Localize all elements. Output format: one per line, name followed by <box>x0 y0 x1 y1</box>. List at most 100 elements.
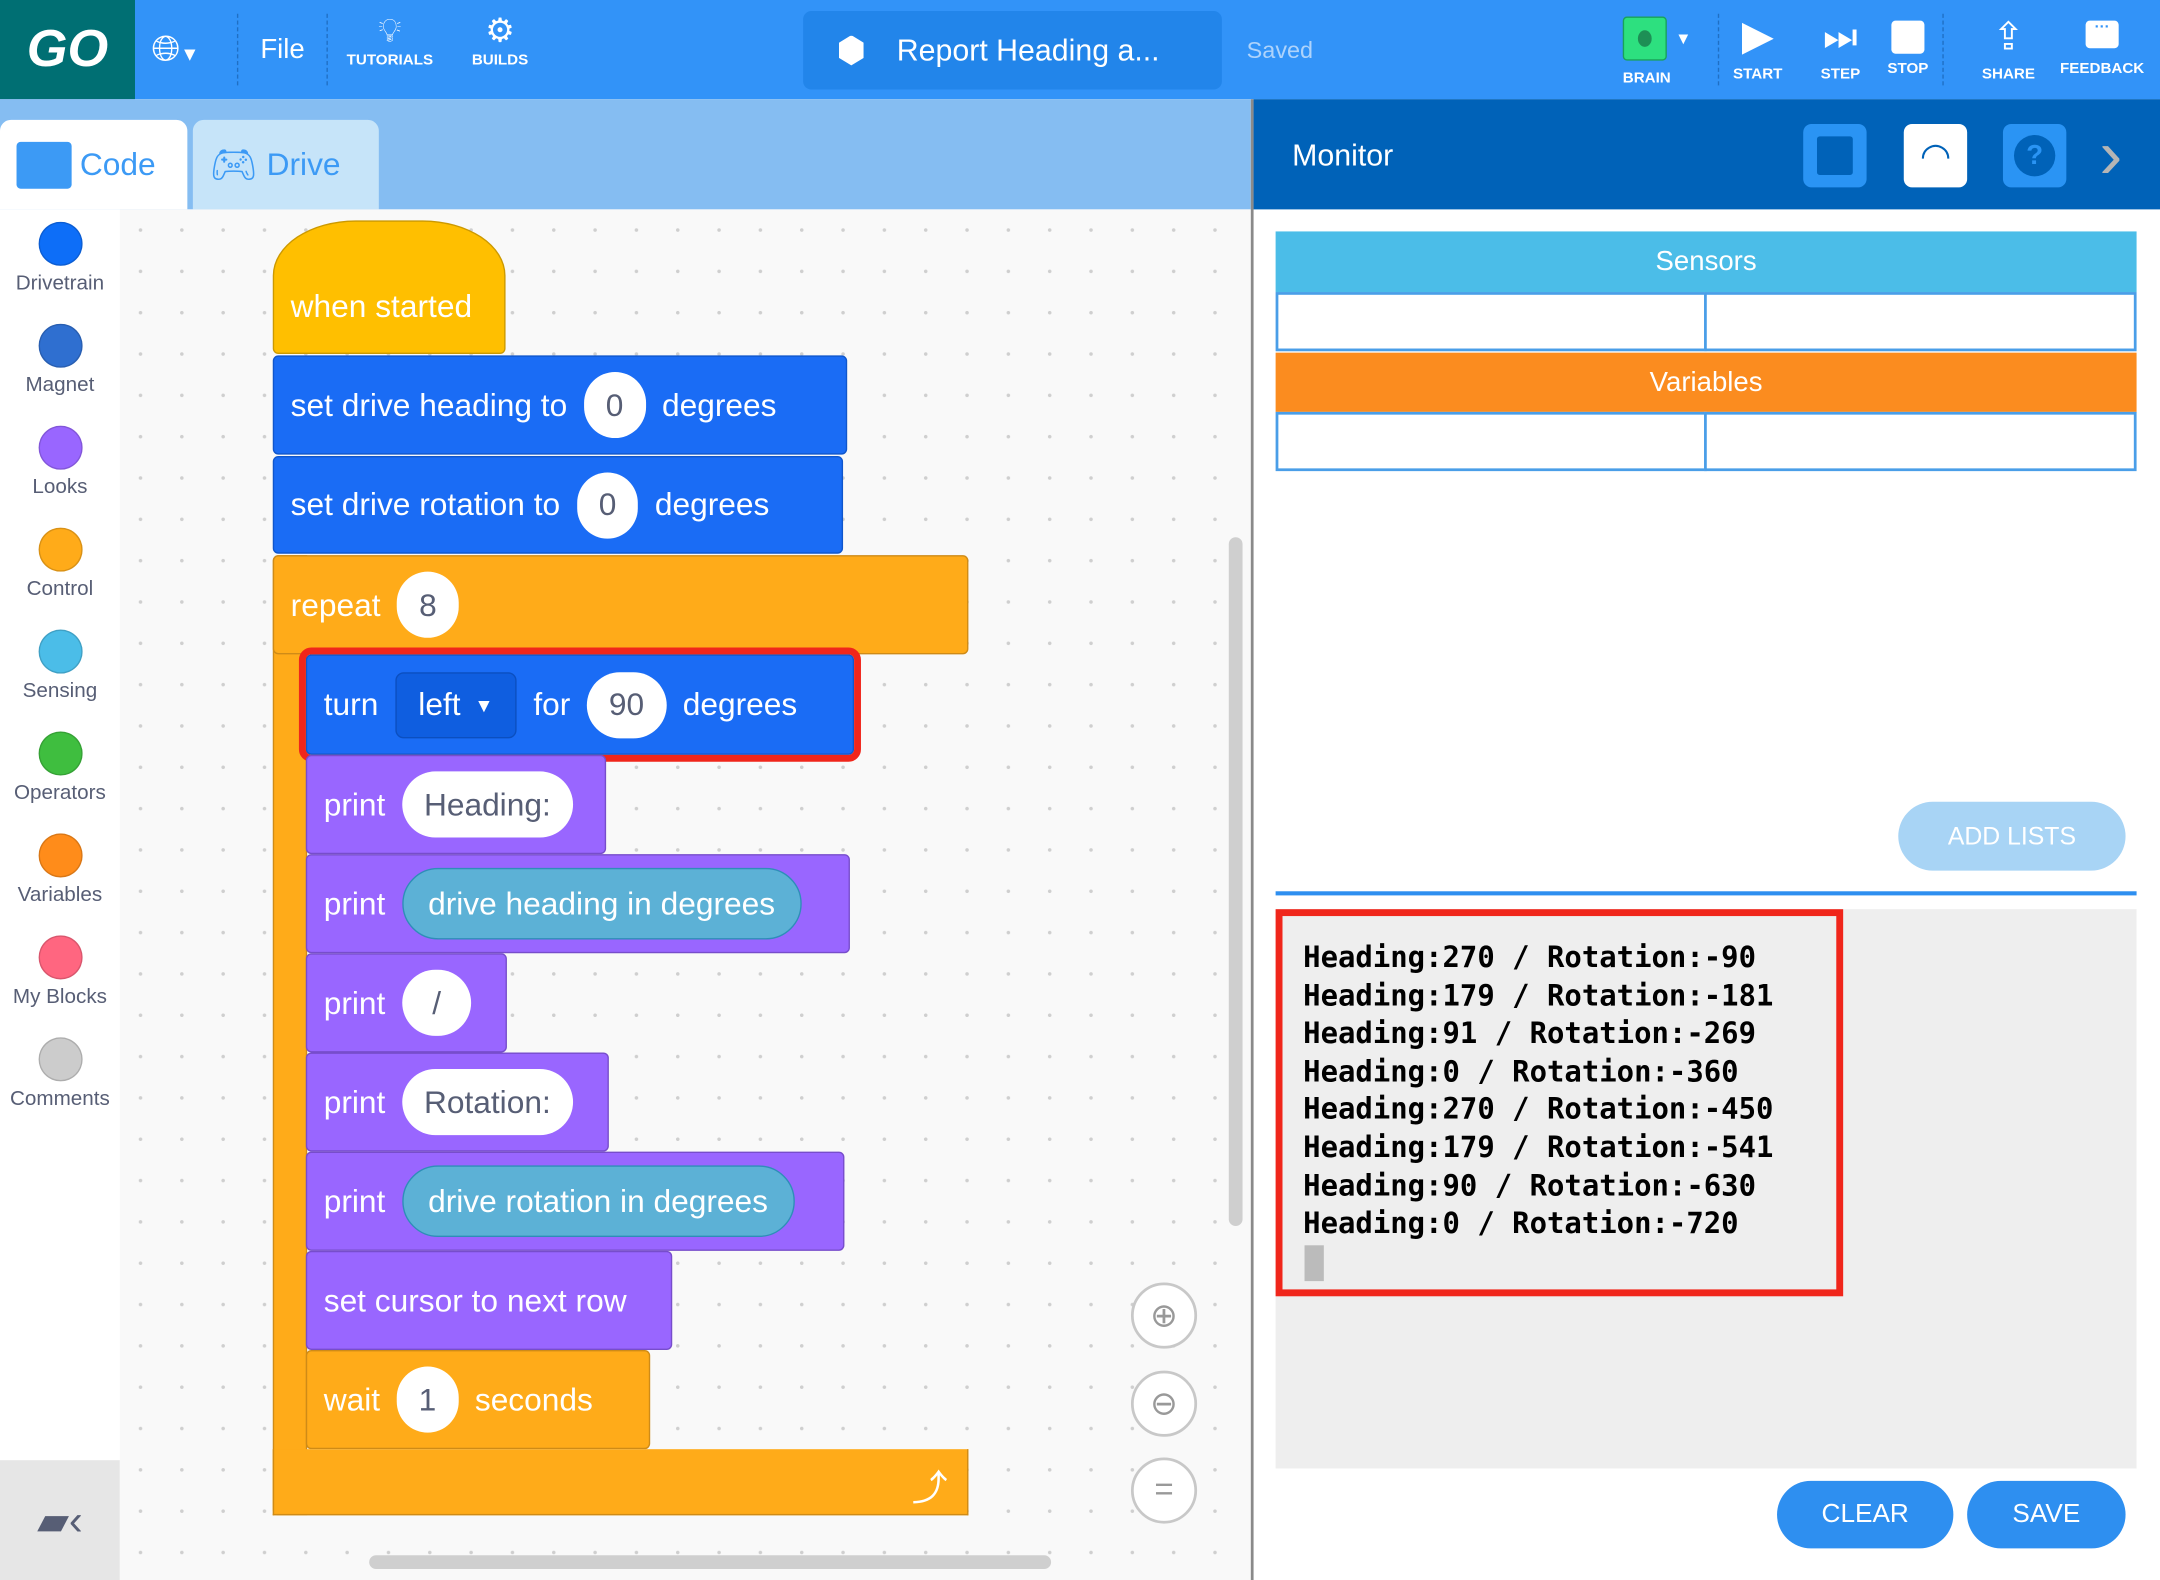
console-line: Heading:0 / Rotation:-720 <box>1303 1206 1739 1241</box>
sensors-cell <box>1275 292 1707 352</box>
print-text-input[interactable]: Rotation: <box>401 1068 573 1136</box>
sensors-header: Sensors <box>1275 231 2137 293</box>
block-label: set cursor to next row <box>323 1281 627 1318</box>
block-label: print <box>323 885 386 921</box>
category-label: Operators <box>13 781 106 805</box>
help-icon[interactable]: ? <box>2002 123 2067 188</box>
project-title-field[interactable]: Report Heading a... <box>803 11 1222 90</box>
stop-label: STOP <box>1887 60 1929 78</box>
heading-input[interactable]: 0 <box>583 371 646 439</box>
print-block[interactable]: print drive heading in degrees <box>305 854 850 954</box>
gear-build-icon: ⚙ <box>485 12 515 50</box>
feedback-bubble-icon: ··· <box>2085 20 2119 49</box>
category-operators[interactable]: Operators <box>0 731 120 804</box>
text-cursor <box>1304 1245 1324 1282</box>
category-color-dot <box>37 731 82 776</box>
console-line: Heading:91 / Rotation:-269 <box>1303 1016 1757 1050</box>
file-menu[interactable]: File <box>260 34 304 66</box>
category-control[interactable]: Control <box>0 527 120 601</box>
tab-code-label: Code <box>79 146 156 182</box>
direction-value: left <box>418 686 461 722</box>
set-drive-heading-block[interactable]: set drive heading to 0 degrees <box>272 355 848 455</box>
save-status: Saved <box>1246 37 1314 64</box>
zoom-out-icon[interactable]: ⊖ <box>1130 1370 1198 1437</box>
repeat-block[interactable]: repeat 8 <box>272 555 969 655</box>
print-block[interactable]: print Rotation: <box>305 1052 609 1152</box>
horizontal-scrollbar[interactable] <box>369 1555 1052 1570</box>
print-text-input[interactable]: Heading: <box>401 771 573 838</box>
vertical-scrollbar[interactable] <box>1228 537 1243 1227</box>
category-variables[interactable]: Variables <box>0 833 120 906</box>
print-block[interactable]: print / <box>305 953 507 1053</box>
category-label: Sensing <box>22 679 98 703</box>
tab-drive-label: Drive <box>266 146 341 182</box>
step-label: STEP <box>1820 66 1861 83</box>
share-icon: ⇪ <box>1992 15 2025 58</box>
category-looks[interactable]: Looks <box>0 425 120 499</box>
direction-dropdown[interactable]: left ▼ <box>394 671 517 738</box>
category-label: Drivetrain <box>15 271 105 295</box>
monitor-gauge-icon[interactable]: ◠ <box>1903 123 1968 188</box>
print-console[interactable]: Heading:270 / Rotation:-90 Heading:179 / … <box>1275 909 2137 1469</box>
category-my-blocks[interactable]: My Blocks <box>0 935 120 1008</box>
clear-button[interactable]: CLEAR <box>1777 1480 1954 1549</box>
hexagon-icon <box>838 35 864 66</box>
block-label: set drive rotation to <box>290 486 561 523</box>
device-port-icon[interactable] <box>1803 123 1867 188</box>
block-label: print <box>323 1182 386 1219</box>
console-output: Heading:270 / Rotation:-90 Heading:179 / … <box>1303 939 1773 1243</box>
tutorials-button[interactable]: 💡︎ TUTORIALS <box>342 11 438 68</box>
print-block[interactable]: print drive rotation in degrees <box>305 1151 845 1251</box>
save-button[interactable]: SAVE <box>1967 1480 2126 1549</box>
category-color-dot <box>37 935 82 980</box>
category-drivetrain[interactable]: Drivetrain <box>0 221 120 295</box>
stop-button[interactable]: STOP <box>1880 14 1935 77</box>
degrees-input[interactable]: 90 <box>586 671 667 738</box>
when-started-block[interactable]: when started <box>272 220 506 355</box>
tab-code[interactable]: Code <box>0 119 188 210</box>
builds-button[interactable]: ⚙ BUILDS <box>459 11 542 69</box>
wait-block[interactable]: wait 1 seconds <box>305 1349 651 1450</box>
share-button[interactable]: ⇪ SHARE <box>1974 14 2043 83</box>
wait-seconds-input[interactable]: 1 <box>396 1366 459 1433</box>
brain-button[interactable]: ▼ BRAIN <box>1622 16 1708 87</box>
console-line: Heading:270 / Rotation:-90 <box>1303 940 1757 974</box>
category-color-dot <box>37 527 82 572</box>
block-label: wait <box>323 1380 381 1417</box>
print-text-input[interactable]: / <box>401 969 472 1036</box>
rotation-input[interactable]: 0 <box>576 471 639 538</box>
repeat-block-footer: ⤴ <box>272 1449 969 1516</box>
add-lists-button[interactable]: ADD LISTS <box>1898 801 2126 871</box>
share-label: SHARE <box>1981 66 2035 83</box>
drive-heading-reporter[interactable]: drive heading in degrees <box>401 867 802 940</box>
tab-drive[interactable]: 🎮︎ Drive <box>192 119 379 210</box>
block-label: set drive heading to <box>290 386 568 423</box>
category-label: Variables <box>17 883 103 907</box>
category-comments[interactable]: Comments <box>0 1037 120 1110</box>
repeat-count-input[interactable]: 8 <box>397 571 459 638</box>
lightbulb-icon: 💡︎ <box>378 12 402 50</box>
block-label: print <box>323 1083 386 1120</box>
category-magnet[interactable]: Magnet <box>0 323 120 397</box>
set-cursor-next-row-block[interactable]: set cursor to next row <box>305 1250 673 1350</box>
category-label: Control <box>26 577 94 601</box>
chevron-down-icon: ▼ <box>474 693 494 716</box>
category-color-dot <box>37 425 82 470</box>
code-blocks-icon <box>16 141 72 189</box>
zoom-in-icon[interactable]: ⊕ <box>1130 1282 1198 1349</box>
builds-label: BUILDS <box>471 52 529 69</box>
drive-rotation-reporter[interactable]: drive rotation in degrees <box>401 1165 795 1238</box>
extensions-toggle-icon[interactable]: ▰‹ <box>0 1460 120 1580</box>
language-globe-icon[interactable]: 🌐︎▼ <box>152 28 200 72</box>
feedback-button[interactable]: ··· FEEDBACK <box>2058 14 2146 77</box>
category-sensing[interactable]: Sensing <box>0 629 120 703</box>
print-block[interactable]: print Heading: <box>305 754 607 855</box>
collapse-chevron-icon[interactable]: › <box>2099 116 2122 193</box>
step-button[interactable]: ⏭︎ STEP <box>1811 14 1869 83</box>
set-drive-rotation-block[interactable]: set drive rotation to 0 degrees <box>272 455 844 554</box>
zoom-reset-icon[interactable]: = <box>1130 1457 1198 1524</box>
category-label: My Blocks <box>12 984 107 1009</box>
turn-for-degrees-block[interactable]: turn left ▼ for 90 degrees <box>298 647 861 762</box>
start-button[interactable]: ▶ START <box>1729 14 1787 83</box>
divider <box>1942 13 1944 86</box>
